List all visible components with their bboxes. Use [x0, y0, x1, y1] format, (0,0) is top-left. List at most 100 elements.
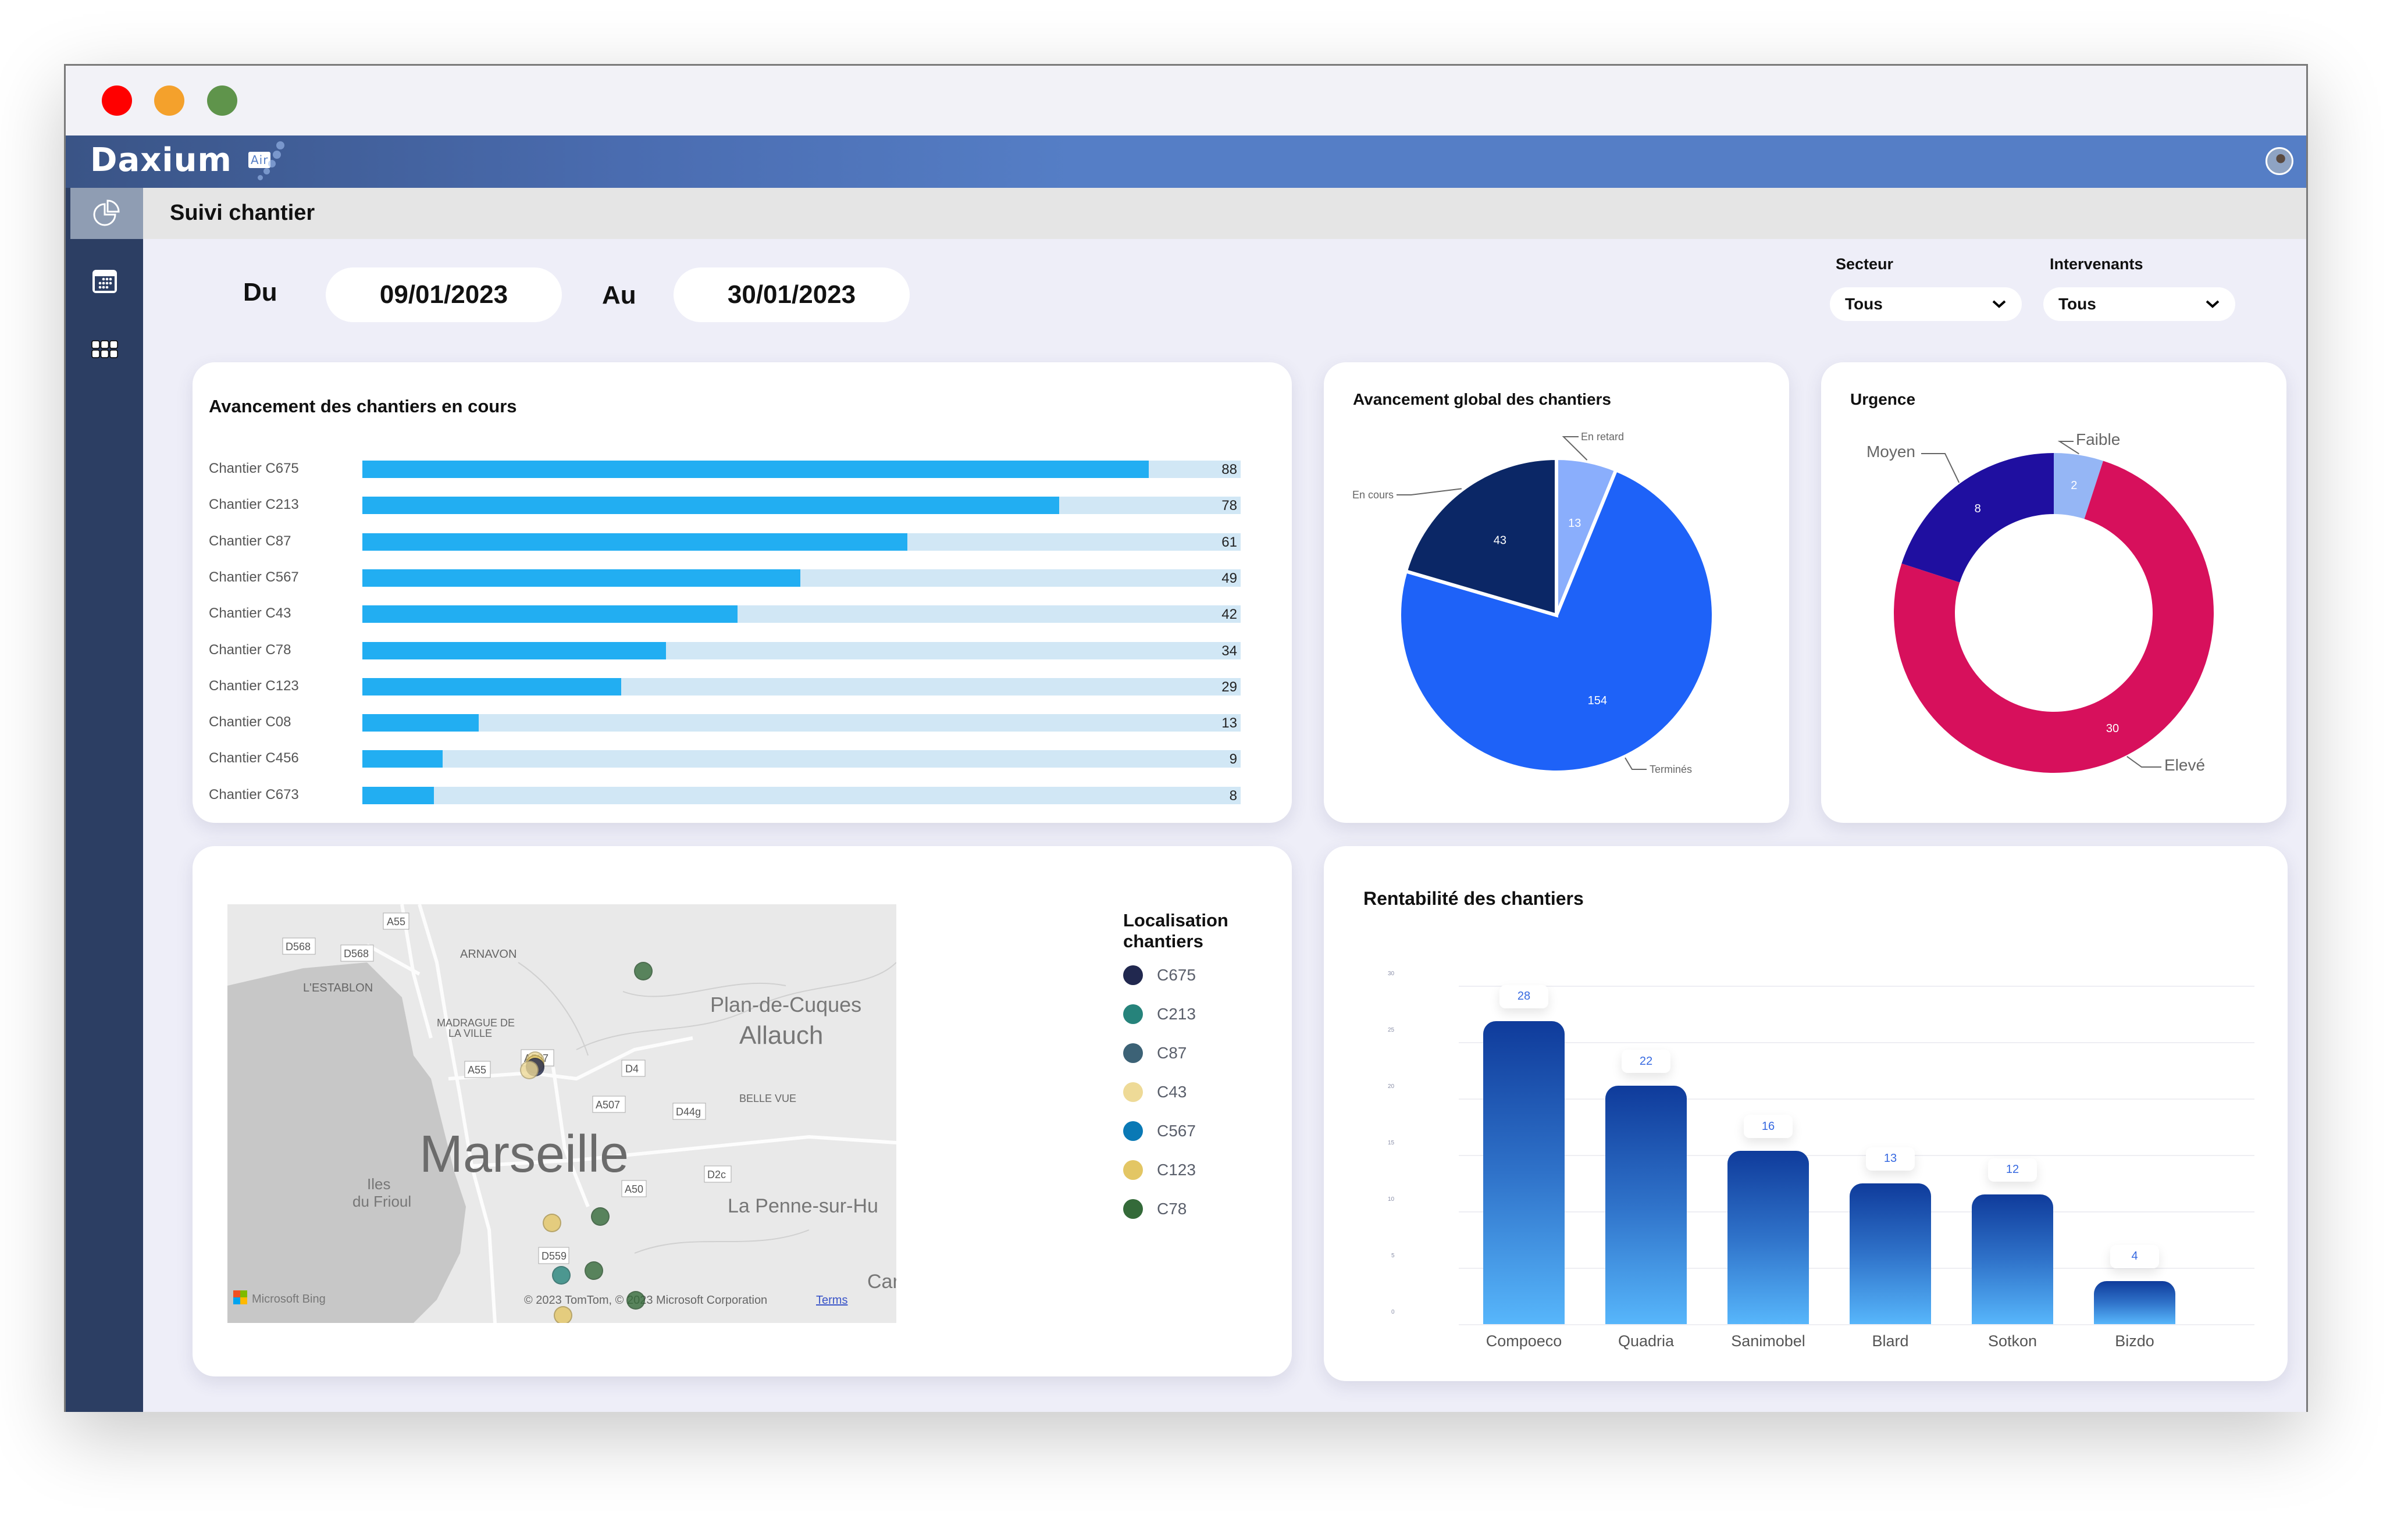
column-bar[interactable]: [1605, 1086, 1687, 1324]
column-value-label: 13: [1866, 1147, 1915, 1171]
bar-track: 42: [362, 605, 1241, 623]
legend-item[interactable]: C123: [1123, 1160, 1196, 1180]
bar: [362, 750, 443, 768]
svg-text:D568: D568: [286, 941, 311, 953]
legend-item[interactable]: C43: [1123, 1082, 1187, 1102]
svg-text:A507: A507: [596, 1099, 620, 1111]
bar: [362, 497, 1060, 515]
column-bar[interactable]: [1483, 1021, 1565, 1324]
legend-label: C567: [1157, 1122, 1196, 1140]
slice-value-label: 2: [2071, 479, 2077, 492]
urgency-card: Urgence 2 Faible 30 Elevé 8 Moyen: [1821, 362, 2286, 823]
bar-value-label: 88: [1221, 462, 1237, 477]
sidebar: [66, 188, 143, 1412]
bar-row: Chantier C123 29: [193, 670, 1292, 706]
legend-color-dot: [1123, 1121, 1143, 1141]
bar-label: Chantier C456: [209, 750, 299, 766]
user-avatar[interactable]: [2265, 147, 2293, 175]
svg-text:La Penne-sur-Hu: La Penne-sur-Hu: [728, 1195, 878, 1217]
slice-value-label: 13: [1568, 517, 1581, 530]
legend-color-dot: [1123, 1199, 1143, 1219]
minimize-window-button[interactable]: [154, 85, 184, 116]
bar-label: Chantier C567: [209, 569, 299, 585]
map-marker-c78[interactable]: [626, 1290, 645, 1310]
bar-label: Chantier C78: [209, 641, 291, 658]
date-from-input[interactable]: 09/01/2023: [326, 267, 562, 322]
column-bar[interactable]: [1727, 1151, 1809, 1324]
title-bar: [66, 66, 2306, 135]
column-value-label: 12: [1988, 1158, 2037, 1182]
column-bar[interactable]: [1972, 1194, 2053, 1324]
bar-label: Chantier C08: [209, 714, 291, 730]
profitability-card: Rentabilité des chantiers 0 5 10 15 20 25 30 28…: [1324, 846, 2288, 1381]
sidebar-item-apps[interactable]: [66, 340, 143, 359]
svg-text:A50: A50: [625, 1183, 643, 1195]
x-category-label: Bizdo: [2115, 1332, 2154, 1350]
bar-track: 8: [362, 786, 1241, 804]
bar-track: 34: [362, 641, 1241, 659]
bar-row: Chantier C08 13: [193, 706, 1292, 742]
pie-slice-moyen[interactable]: [1901, 453, 2054, 583]
svg-text:D2c: D2c: [707, 1169, 726, 1180]
bar-row: Chantier C456 9: [193, 742, 1292, 778]
svg-text:Car: Car: [867, 1271, 896, 1293]
legend-label: C43: [1157, 1083, 1187, 1101]
svg-text:L'ESTABLON: L'ESTABLON: [303, 982, 373, 994]
bar-label: Chantier C213: [209, 497, 299, 513]
bar: [362, 677, 622, 695]
secteur-value: Tous: [1845, 295, 1883, 313]
legend-item[interactable]: C567: [1123, 1121, 1196, 1141]
global-progress-card: Avancement global des chantiers 13 En ret…: [1324, 362, 1789, 823]
bar-value-label: 8: [1229, 787, 1237, 804]
bar-label: Chantier C87: [209, 533, 291, 549]
slice-category-label: En retard: [1581, 431, 1624, 443]
map-marker-c123[interactable]: [553, 1306, 572, 1323]
date-to-input[interactable]: 30/01/2023: [674, 267, 910, 322]
maximize-window-button[interactable]: [207, 85, 237, 116]
gridline: [1459, 1155, 2254, 1156]
daxium-logo[interactable]: Daxium Air: [90, 141, 271, 179]
leader-line: [1397, 488, 1462, 495]
map-marker-c43[interactable]: [519, 1061, 539, 1080]
map-terms-link[interactable]: Terms: [816, 1294, 847, 1307]
legend-color-dot: [1123, 1082, 1143, 1102]
intervenants-value: Tous: [2058, 295, 2096, 313]
x-category-label: Quadria: [1618, 1332, 1675, 1350]
bar-track: 49: [362, 569, 1241, 587]
svg-text:D44g: D44g: [676, 1106, 701, 1118]
x-category-label: Sanimobel: [1731, 1332, 1805, 1350]
sites-map[interactable]: Plan-de-Cuques Allauch Marseille Iles du…: [227, 904, 896, 1323]
progress-bars-card: Avancement des chantiers en cours Chanti…: [193, 362, 1292, 823]
bar-value-label: 78: [1221, 498, 1237, 514]
secteur-label: Secteur: [1836, 255, 1894, 273]
close-window-button[interactable]: [102, 85, 132, 116]
legend-item[interactable]: C87: [1123, 1043, 1187, 1063]
map-attribution: Microsoft Bing: [252, 1293, 326, 1306]
bar-value-label: 49: [1221, 570, 1237, 586]
sidebar-item-calendar[interactable]: [66, 269, 143, 294]
bar-row: Chantier C43 42: [193, 597, 1292, 633]
gridline: [1459, 1324, 2254, 1325]
legend-label: C78: [1157, 1200, 1187, 1218]
sidebar-item-dashboard[interactable]: [70, 188, 143, 239]
legend-item[interactable]: C213: [1123, 1004, 1196, 1024]
column-bar[interactable]: [1850, 1183, 1931, 1324]
column-bar[interactable]: [2094, 1281, 2175, 1324]
gridline: [1459, 1098, 2254, 1100]
x-category-label: Blard: [1872, 1332, 1909, 1350]
svg-text:A55: A55: [387, 916, 405, 928]
legend-item[interactable]: C78: [1123, 1199, 1187, 1219]
slice-category-label: Elevé: [2164, 756, 2205, 774]
svg-text:D4: D4: [625, 1063, 639, 1075]
intervenants-select[interactable]: Tous: [2043, 287, 2235, 321]
svg-text:BELLE VUE: BELLE VUE: [739, 1093, 796, 1104]
legend-item[interactable]: C675: [1123, 965, 1196, 985]
slice-category-label: Moyen: [1866, 443, 1915, 461]
slice-value-label: 8: [1975, 502, 1981, 515]
legend-label: C87: [1157, 1044, 1187, 1062]
legend-color-dot: [1123, 1004, 1143, 1024]
card-title: Avancement des chantiers en cours: [209, 396, 517, 416]
map-marker-c78[interactable]: [590, 1207, 610, 1226]
secteur-select[interactable]: Tous: [1830, 287, 2022, 321]
bar-value-label: 9: [1229, 751, 1237, 768]
